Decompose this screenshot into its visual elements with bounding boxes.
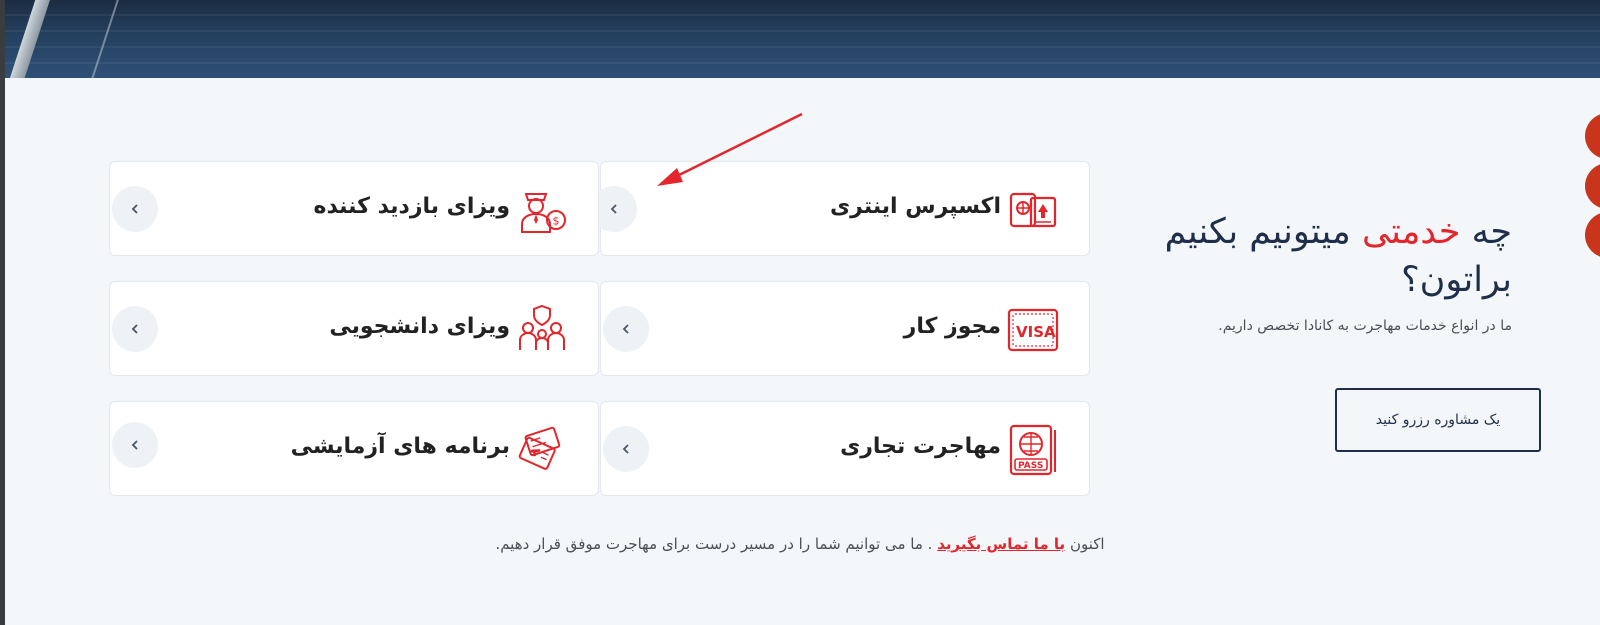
passport-icon — [1009, 192, 1057, 228]
chevron-left-icon[interactable] — [112, 422, 158, 468]
service-card-label: اکسپرس اینتری — [829, 194, 1001, 219]
visa-card-icon: VISA — [1007, 308, 1059, 352]
service-card-work-permit[interactable]: VISA مجوز کار — [600, 281, 1090, 376]
service-card-label: برنامه های آزمایشی — [290, 434, 510, 459]
chevron-left-icon[interactable] — [603, 426, 649, 472]
chevron-left-icon[interactable] — [112, 186, 158, 232]
hero-banner-image — [5, 0, 1600, 78]
chevron-left-icon[interactable] — [112, 306, 158, 352]
title-suffix: میتونیم بکنیم براتون؟ — [1164, 212, 1512, 300]
svg-text:PASS: PASS — [1018, 461, 1043, 471]
window-left-edge — [0, 0, 5, 625]
annotation-arrow-icon — [657, 112, 803, 186]
tickets-icon — [518, 426, 561, 470]
family-shield-icon — [519, 304, 565, 350]
title-accent: خدمتی — [1361, 212, 1461, 252]
boat-rope — [88, 0, 120, 78]
pass-book-icon: PASS — [1009, 424, 1056, 476]
contact-line-suffix: . ما می توانیم شما را در مسیر درست برای … — [495, 535, 933, 553]
section-subtitle: ما در انواع خدمات مهاجرت به کانادا تخصص … — [1218, 318, 1512, 334]
title-prefix: چه — [1471, 212, 1512, 252]
service-card-label: مهاجرت تجاری — [840, 434, 1001, 459]
contact-line: اکنون با ما تماس بگیرید . ما می توانیم ش… — [0, 535, 1600, 553]
service-card-label: مجوز کار — [903, 314, 1001, 339]
svg-text:$: $ — [553, 215, 560, 228]
section-title: چه خدمتی میتونیم بکنیم براتون؟ — [1092, 208, 1512, 304]
service-card-student-visa[interactable]: ویزای دانشجویی — [109, 281, 599, 376]
service-card-label: ویزای بازدید کننده — [313, 194, 510, 219]
contact-us-link[interactable]: با ما تماس بگیرید — [937, 535, 1065, 553]
chevron-left-icon[interactable] — [603, 306, 649, 352]
boat-mast — [5, 0, 52, 78]
visitor-icon: $ — [521, 193, 566, 233]
service-card-pilot-programs[interactable]: برنامه های آزمایشی — [109, 401, 599, 496]
floating-badge[interactable] — [1585, 163, 1600, 209]
service-card-label: ویزای دانشجویی — [329, 314, 510, 339]
service-card-visitor-visa[interactable]: $ ویزای بازدید کننده — [109, 161, 599, 256]
svg-text:VISA: VISA — [1016, 323, 1056, 341]
book-consultation-button[interactable]: یک مشاوره رزرو کنید — [1335, 388, 1541, 452]
service-card-business-immigration[interactable]: PASS مهاجرت تجاری — [600, 401, 1090, 496]
floating-badge[interactable] — [1585, 113, 1600, 159]
floating-badge[interactable] — [1585, 212, 1600, 258]
contact-line-prefix: اکنون — [1069, 535, 1105, 553]
